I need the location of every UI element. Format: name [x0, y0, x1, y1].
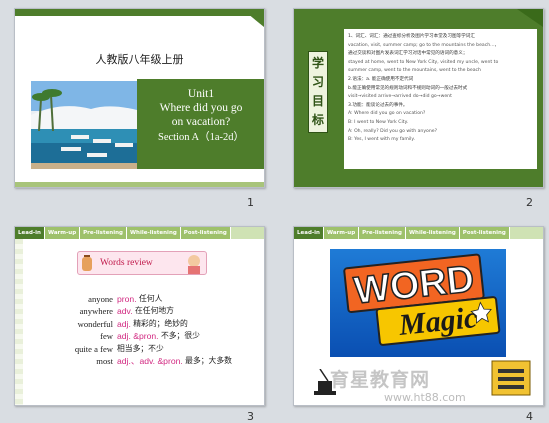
textbook-label: 人教版八年级上册 [95, 53, 184, 66]
slide-number-4: 4 [526, 410, 533, 423]
goal-line: vacation, visit, summer camp; go to the … [348, 42, 500, 48]
slide-number-3: 3 [247, 410, 254, 423]
top-bar [15, 9, 264, 16]
lesson-title-line2: on vacation? [171, 116, 231, 128]
wizard-icon [491, 360, 531, 396]
words-review-title: Words review [100, 258, 153, 268]
lantern-icon [82, 255, 92, 271]
word-magic-logo: WORD Magic [330, 249, 506, 357]
tab-while-listening[interactable]: While-listening [405, 227, 460, 239]
cartoon-icon [188, 255, 200, 274]
goal-line: B: Yes, I went with my family. [348, 137, 415, 143]
goal-line: 1、词汇、词汇：通过查标分析及图片学习本堂及习图等学词汇 [348, 34, 475, 39]
tab-pre-listening[interactable]: Pre-listening [80, 227, 127, 239]
slide-thumbnail-1[interactable]: 人教版八年级上册 Unit1 Where did you go on vacat… [14, 8, 265, 188]
vocab-row: anyone pron. 任何人 [88, 294, 163, 304]
watermark-text: 育星教育网 [330, 369, 431, 391]
vocab-row: wonderful adj. 精彩的；绝妙的 [77, 318, 188, 329]
section-label: Section A（1a-2d） [157, 132, 245, 143]
tab-post-listening[interactable]: Post-listening [180, 227, 231, 239]
title-box: Unit1 Where did you go on vacation? Sect… [137, 79, 264, 169]
goal-line: stayed at home, went to New York City, v… [348, 59, 499, 65]
goal-line: A: Oh, really? Did you go with anyone? [348, 128, 438, 134]
goal-line: A: Where did you go on vacation? [348, 111, 426, 117]
bottom-bar [15, 182, 264, 187]
slide-thumbnail-3[interactable]: Lead-in Warm-up Pre-listening While-list… [14, 226, 265, 406]
slide-thumbnail-2[interactable]: 学 习 目 标 1、词汇、词汇：通过查标分析及图片学习本堂及习图等学词汇 vac… [293, 8, 544, 188]
decorative-strip [15, 239, 23, 405]
vocab-row: anywhere adv. 在任何地方 [79, 306, 174, 317]
goal-line: visit→visited arrive→arrived do→did go→w… [348, 94, 452, 100]
section-tabs: Lead-in Warm-up Pre-listening While-list… [294, 227, 543, 239]
tab-pre-listening[interactable]: Pre-listening [359, 227, 406, 239]
vocab-row: quite a few 相当多；不少 [74, 343, 164, 354]
goal-line: summer camp, went to the mountains, went… [348, 68, 481, 74]
vocab-row: most adj.、adv. &pron. 最多；大多数 [96, 356, 232, 367]
tab-lead-in[interactable]: Lead-in [15, 227, 45, 239]
goal-line: 3.功能：能谈论过去的事件。 [348, 102, 408, 108]
goal-line: b.能正确使用常见的规则动词和不规则动词的一般过去时式 [348, 85, 468, 91]
tab-while-listening[interactable]: While-listening [126, 227, 181, 239]
resort-photo [31, 81, 141, 169]
learning-goals-label: 学 习 目 标 [308, 51, 328, 133]
tab-warm-up[interactable]: Warm-up [323, 227, 360, 239]
watermark-url: www.ht88.com [384, 391, 466, 404]
goal-line: 通过交谈和对图片发表词汇学习对话中常见的语词的意义； [348, 51, 468, 57]
goals-text: 1、词汇、词汇：通过查标分析及图片学习本堂及习图等学词汇 vacation, v… [348, 33, 535, 145]
goal-line: B: I went to New York City. [348, 119, 409, 125]
lesson-title-line1: Where did you go [159, 102, 243, 114]
vocab-row: few adj. &pron. 不多；很少 [100, 331, 200, 342]
words-review-banner: Words review [77, 251, 207, 275]
unit-title: Unit1 [187, 88, 215, 100]
section-tabs: Lead-in Warm-up Pre-listening While-list… [15, 227, 264, 239]
vocab-list: anyone pron. 任何人 anywhere adv. 在任何地方 wonde… [55, 293, 232, 367]
goal-line: 2.语法：a. 能正确使用不定代词 [348, 76, 414, 82]
slide-number-2: 2 [526, 196, 533, 209]
slide-thumbnail-4[interactable]: Lead-in Warm-up Pre-listening While-list… [293, 226, 544, 406]
slide-number-1: 1 [247, 196, 254, 209]
corner-decoration [242, 9, 264, 27]
tab-post-listening[interactable]: Post-listening [459, 227, 510, 239]
tab-warm-up[interactable]: Warm-up [44, 227, 81, 239]
tab-lead-in[interactable]: Lead-in [294, 227, 324, 239]
